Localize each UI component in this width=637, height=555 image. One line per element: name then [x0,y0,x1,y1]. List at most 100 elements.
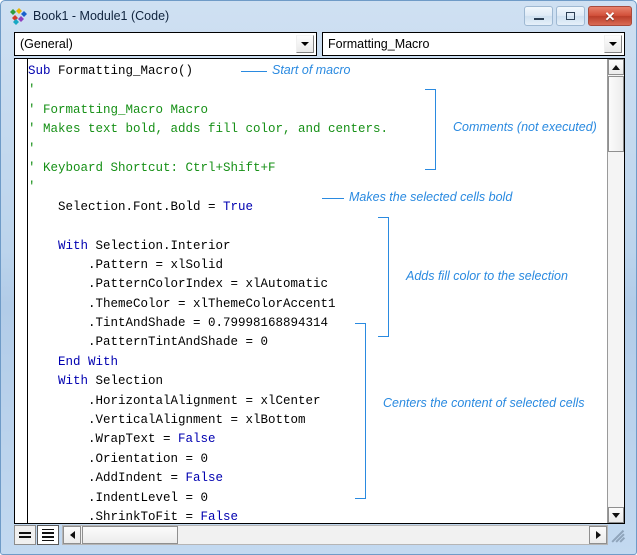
code-token: .Orientation = 0 [28,452,208,466]
code-line: .PatternColorIndex = xlAutomatic [28,275,388,294]
triangle-up-icon [612,65,620,70]
scroll-right-button[interactable] [589,526,607,544]
annotation-leader-start-of-macro [241,71,267,72]
scroll-up-button[interactable] [608,59,624,75]
triangle-down-icon [612,513,620,518]
code-line: ' [28,178,388,197]
code-line: With Selection.Interior [28,237,388,256]
close-button[interactable]: ✕ [588,6,632,26]
code-line: ' [28,81,388,100]
code-surface[interactable]: Sub Formatting_Macro()'' Formatting_Macr… [28,59,624,523]
annotation-fill-color-note: Adds fill color to the selection [406,269,568,283]
full-module-view-icon [42,527,54,543]
code-line: ' Formatting_Macro Macro [28,101,388,120]
code-line: .IndentLevel = 0 [28,489,388,508]
code-line: .Orientation = 0 [28,450,388,469]
code-token: With [58,239,96,253]
code-token: ' [28,83,36,97]
annotation-bracket-comments [425,89,436,170]
code-token: .ThemeColor = xlThemeColorAccent1 [28,297,336,311]
code-line: .VerticalAlignment = xlBottom [28,411,388,430]
annotation-center-note: Centers the content of selected cells [383,396,585,410]
chevron-down-icon[interactable] [604,35,622,53]
code-token: False [186,471,224,485]
code-token: .Pattern = xlSolid [28,258,223,272]
code-line: Selection.Font.Bold = True [28,198,388,217]
object-dropdown-value: (General) [15,37,73,51]
code-token: .VerticalAlignment = xlBottom [28,413,306,427]
code-token: .PatternColorIndex = xlAutomatic [28,277,328,291]
code-token: ' Keyboard Shortcut: Ctrl+Shift+F [28,161,276,175]
code-token: Selection.Font.Bold = [28,200,223,214]
window-controls: ✕ [524,6,632,26]
code-token: .PatternTintAndShade = 0 [28,335,268,349]
annotation-start-of-macro: Start of macro [272,63,351,77]
procedure-dropdown[interactable]: Formatting_Macro [322,32,625,56]
code-line: End With [28,353,388,372]
triangle-right-icon [596,531,601,539]
annotation-end-of-macro: End of macro [138,522,212,523]
minimize-icon [534,18,544,20]
annotation-bracket-center [355,323,366,499]
close-icon: ✕ [605,10,616,23]
minimize-button[interactable] [524,6,553,26]
horizontal-scrollbar-thumb[interactable] [82,526,178,544]
code-token: With [58,374,96,388]
horizontal-scrollbar[interactable] [62,525,608,545]
code-line: .WrapText = False [28,430,388,449]
window-title: Book1 - Module1 (Code) [33,9,169,23]
code-token: True [223,200,253,214]
code-token: Sub [28,64,58,78]
code-line: ' Makes text bold, adds fill color, and … [28,120,388,139]
chevron-down-icon[interactable] [296,35,314,53]
code-line: .PatternTintAndShade = 0 [28,333,388,352]
code-line: .Pattern = xlSolid [28,256,388,275]
code-line: .ThemeColor = xlThemeColorAccent1 [28,295,388,314]
code-token: .WrapText = [28,432,178,446]
code-token: .AddIndent = [28,471,186,485]
code-line: .HorizontalAlignment = xlCenter [28,392,388,411]
code-token [28,355,58,369]
triangle-left-icon [70,531,75,539]
code-line: ' Keyboard Shortcut: Ctrl+Shift+F [28,159,388,178]
annotation-bold-note: Makes the selected cells bold [349,190,512,204]
procedure-view-button[interactable] [14,525,36,545]
code-line: .TintAndShade = 0.79998168894314 [28,314,388,333]
code-token: .IndentLevel = 0 [28,491,208,505]
resize-grip[interactable] [610,527,625,543]
annotation-leader-bold [322,198,344,199]
title-bar: Book1 - Module1 (Code) ✕ [2,2,637,30]
vertical-scrollbar[interactable] [607,59,624,523]
code-token: ' [28,180,36,194]
procedure-dropdown-value: Formatting_Macro [323,37,429,51]
full-module-view-button[interactable] [37,525,59,545]
code-line: With Selection [28,372,388,391]
code-token: ' [28,142,36,156]
code-token: ' Makes text bold, adds fill color, and … [28,122,388,136]
code-line: ' [28,140,388,159]
annotation-comments-note: Comments (not executed) [453,120,597,134]
code-token: Selection [96,374,164,388]
code-line [28,217,388,236]
maximize-icon [566,12,575,20]
margin-indicator-bar [15,59,28,523]
object-dropdown[interactable]: (General) [14,32,317,56]
vba-module-icon [9,7,27,25]
code-token: ' Formatting_Macro Macro [28,103,208,117]
scroll-down-button[interactable] [608,507,624,523]
vertical-scrollbar-thumb[interactable] [608,76,624,152]
code-line: .ShrinkToFit = False [28,508,388,523]
code-token: False [178,432,216,446]
code-token: End With [58,355,118,369]
code-text: Sub Formatting_Macro()'' Formatting_Macr… [28,62,388,523]
annotation-bracket-fill-color [378,217,389,337]
code-token [28,374,58,388]
maximize-button[interactable] [556,6,585,26]
code-token: .HorizontalAlignment = xlCenter [28,394,321,408]
code-token [28,239,58,253]
scroll-left-button[interactable] [63,526,81,544]
code-pane-statusbar [14,525,625,545]
code-editor-pane[interactable]: Sub Formatting_Macro()'' Formatting_Macr… [14,58,625,524]
code-line: .AddIndent = False [28,469,388,488]
code-token: .TintAndShade = 0.79998168894314 [28,316,328,330]
